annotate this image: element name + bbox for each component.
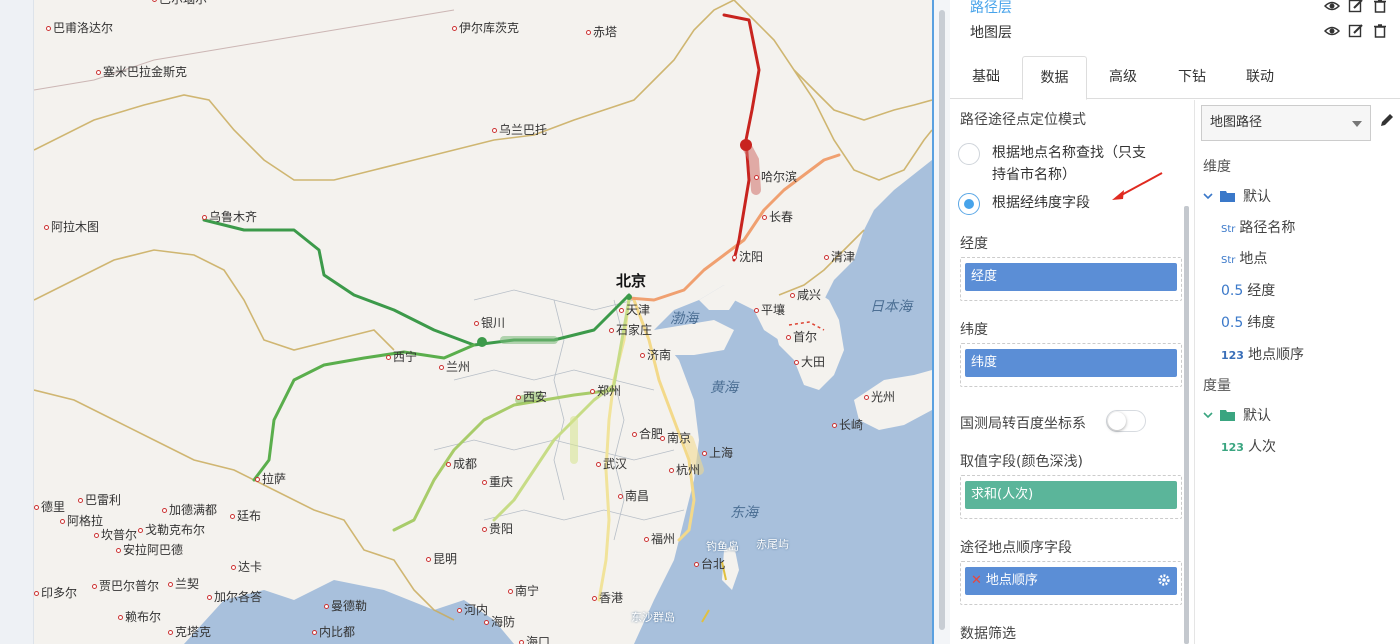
- route-point: [477, 337, 487, 347]
- coord-convert-toggle[interactable]: [1106, 410, 1146, 432]
- map-scroll-thumb[interactable]: [939, 10, 945, 630]
- field-label: 人次: [1247, 439, 1276, 455]
- latitude-title: 纬度: [960, 322, 988, 338]
- longitude-dropzone[interactable]: 经度: [960, 257, 1182, 301]
- edit-icon[interactable]: [1348, 0, 1364, 14]
- app-root: 巴尔瑙尔巴甫洛达尔伊尔库茨克赤塔塞米巴拉金斯克乌兰巴托乌鲁木齐阿拉木图哈尔滨长春…: [0, 0, 1400, 644]
- value-field-pill[interactable]: 求和(人次): [965, 481, 1177, 509]
- order-field-dropzone[interactable]: ✕ 地点顺序: [960, 561, 1182, 605]
- folder-label: 默认: [1243, 189, 1271, 205]
- string-type-icon: Str: [1221, 255, 1236, 266]
- field-label: 地点顺序: [1247, 347, 1304, 363]
- dimension-folder[interactable]: 默认: [1203, 186, 1271, 206]
- layer-row-map[interactable]: 地图层: [950, 19, 1400, 45]
- gear-icon[interactable]: [1157, 573, 1171, 587]
- longitude-field-pill[interactable]: 经度: [965, 263, 1177, 291]
- dataset-select[interactable]: 地图路径: [1201, 105, 1371, 141]
- tab-advanced[interactable]: 高级: [1096, 56, 1150, 99]
- layer-name[interactable]: 地图层: [970, 22, 1012, 42]
- map-canvas[interactable]: 巴尔瑙尔巴甫洛达尔伊尔库茨克赤塔塞米巴拉金斯克乌兰巴托乌鲁木齐阿拉木图哈尔滨长春…: [34, 0, 932, 644]
- field-label: 经度: [1247, 283, 1276, 299]
- radio-button-checked[interactable]: [958, 193, 980, 215]
- order-field-label: 地点顺序: [985, 573, 1038, 588]
- string-type-icon: Str: [1221, 224, 1236, 235]
- field-item[interactable]: 0.5 经度: [1221, 280, 1275, 300]
- longitude-title: 经度: [960, 236, 988, 252]
- decimal-type-icon: 0.5: [1221, 283, 1244, 299]
- tab-basic[interactable]: 基础: [960, 56, 1012, 99]
- value-field-title: 取值字段(颜色深浅): [960, 454, 1083, 470]
- route-point: [740, 139, 752, 151]
- route-point: [626, 294, 632, 300]
- positioning-mode-title: 路径途径点定位模式: [960, 112, 1086, 128]
- order-field-title: 途径地点顺序字段: [960, 540, 1072, 556]
- dimension-title: 维度: [1203, 159, 1231, 175]
- value-field-dropzone[interactable]: 求和(人次): [960, 475, 1182, 519]
- latitude-dropzone[interactable]: 纬度: [960, 343, 1182, 387]
- tab-drilldown[interactable]: 下钻: [1166, 56, 1218, 99]
- config-panel: 路径层 地图层 基础 数据 高级 下钻 联动 路径途径点定位模式 根据地点名称查…: [950, 0, 1400, 644]
- layer-name[interactable]: 路径层: [970, 0, 1012, 17]
- integer-type-icon: 123: [1221, 441, 1244, 454]
- eye-icon[interactable]: [1324, 23, 1340, 39]
- data-config-scrollbar[interactable]: [1184, 206, 1189, 644]
- tab-data[interactable]: 数据: [1022, 56, 1087, 100]
- data-config-column: 路径途径点定位模式 根据地点名称查找（只支 持省市名称） 根据经纬度字段 经度 …: [950, 100, 1190, 644]
- edit-icon[interactable]: [1348, 23, 1364, 39]
- field-list-column: 地图路径 维度 默认 Str 路径名称 Str 地点 0.5 经度 0.5 纬度 123…: [1194, 100, 1400, 644]
- delete-icon[interactable]: [1372, 0, 1388, 14]
- integer-type-icon: 123: [1221, 349, 1244, 362]
- field-item[interactable]: Str 路径名称: [1221, 217, 1295, 237]
- layer-row-route[interactable]: 路径层: [950, 0, 1400, 20]
- filter-title: 数据筛选: [960, 626, 1016, 642]
- delete-icon[interactable]: [1372, 23, 1388, 39]
- latitude-field-pill[interactable]: 纬度: [965, 349, 1177, 377]
- folder-icon: [1220, 191, 1235, 202]
- chevron-down-icon: [1352, 121, 1362, 127]
- coord-convert-label: 国测局转百度坐标系: [960, 416, 1086, 432]
- field-item[interactable]: Str 地点: [1221, 248, 1267, 268]
- radio-label-line: 持省市名称）: [992, 167, 1076, 183]
- field-label: 纬度: [1247, 315, 1276, 331]
- field-item[interactable]: 0.5 纬度: [1221, 312, 1275, 332]
- map-scrollbar[interactable]: [932, 0, 950, 644]
- measure-title: 度量: [1203, 378, 1231, 394]
- field-item[interactable]: 123 地点顺序: [1221, 344, 1304, 364]
- decimal-type-icon: 0.5: [1221, 315, 1244, 331]
- folder-label: 默认: [1243, 408, 1271, 424]
- field-label: 地点: [1239, 251, 1268, 267]
- radio-button[interactable]: [958, 143, 980, 165]
- pencil-icon[interactable]: [1379, 112, 1395, 128]
- radio-label-by-coords[interactable]: 根据经纬度字段: [992, 192, 1090, 215]
- measure-folder[interactable]: 默认: [1203, 405, 1271, 425]
- eye-icon[interactable]: [1324, 0, 1340, 14]
- dataset-select-value: 地图路径: [1210, 115, 1263, 130]
- chevron-down-icon[interactable]: [1203, 410, 1213, 420]
- field-label: 路径名称: [1239, 220, 1296, 236]
- chevron-down-icon[interactable]: [1203, 191, 1213, 201]
- folder-icon: [1220, 410, 1235, 421]
- remove-icon[interactable]: ✕: [971, 573, 982, 588]
- red-arrow-icon: [1112, 172, 1163, 200]
- map-base: [34, 0, 932, 644]
- left-gutter: [0, 0, 34, 644]
- tab-linkage[interactable]: 联动: [1234, 56, 1286, 99]
- field-item[interactable]: 123 人次: [1221, 436, 1276, 456]
- order-field-pill[interactable]: ✕ 地点顺序: [965, 567, 1177, 595]
- radio-label-line: 根据地点名称查找（只支: [992, 145, 1146, 161]
- tab-bar: 基础 数据 高级 下钻 联动: [950, 56, 1400, 100]
